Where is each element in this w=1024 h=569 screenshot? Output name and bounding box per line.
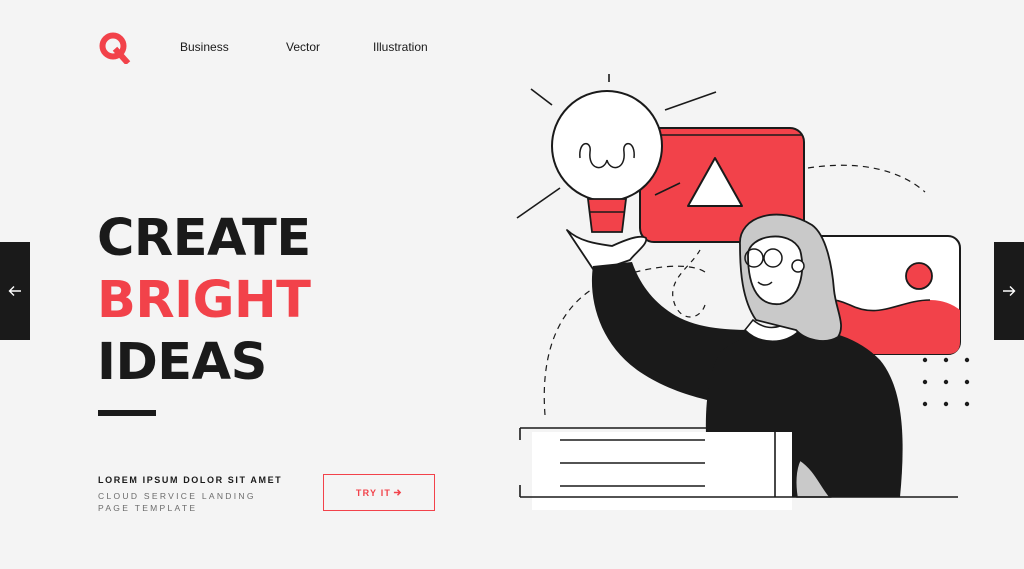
headline-underline xyxy=(98,410,156,416)
arrow-right-icon xyxy=(1003,286,1016,296)
hero-headline: CREATE BRIGHT IDEAS xyxy=(97,208,311,394)
dots-decoration xyxy=(922,357,970,407)
hero-line-ideas: IDEAS xyxy=(97,333,267,392)
arrow-left-icon xyxy=(8,286,21,296)
hero-subtitle: LOREM IPSUM DOLOR SIT AMET xyxy=(98,475,283,485)
hero-illustration xyxy=(516,74,970,510)
brand-logo[interactable] xyxy=(98,32,132,64)
hero-line-bright: BRIGHT xyxy=(97,271,311,330)
slider-prev-button[interactable] xyxy=(0,242,30,340)
slider-next-button[interactable] xyxy=(994,242,1024,340)
hero-description: CLOUD SERVICE LANDING PAGE TEMPLATE xyxy=(98,491,256,513)
nav-illustration[interactable]: Illustration xyxy=(373,40,428,54)
try-it-label: TRY IT xyxy=(355,487,392,498)
try-it-button[interactable]: TRY IT xyxy=(323,474,435,511)
nav-vector[interactable]: Vector xyxy=(286,40,320,54)
hero-line-create: CREATE xyxy=(97,209,311,268)
nav-business[interactable]: Business xyxy=(180,40,229,54)
arrow-right-icon xyxy=(393,489,402,496)
